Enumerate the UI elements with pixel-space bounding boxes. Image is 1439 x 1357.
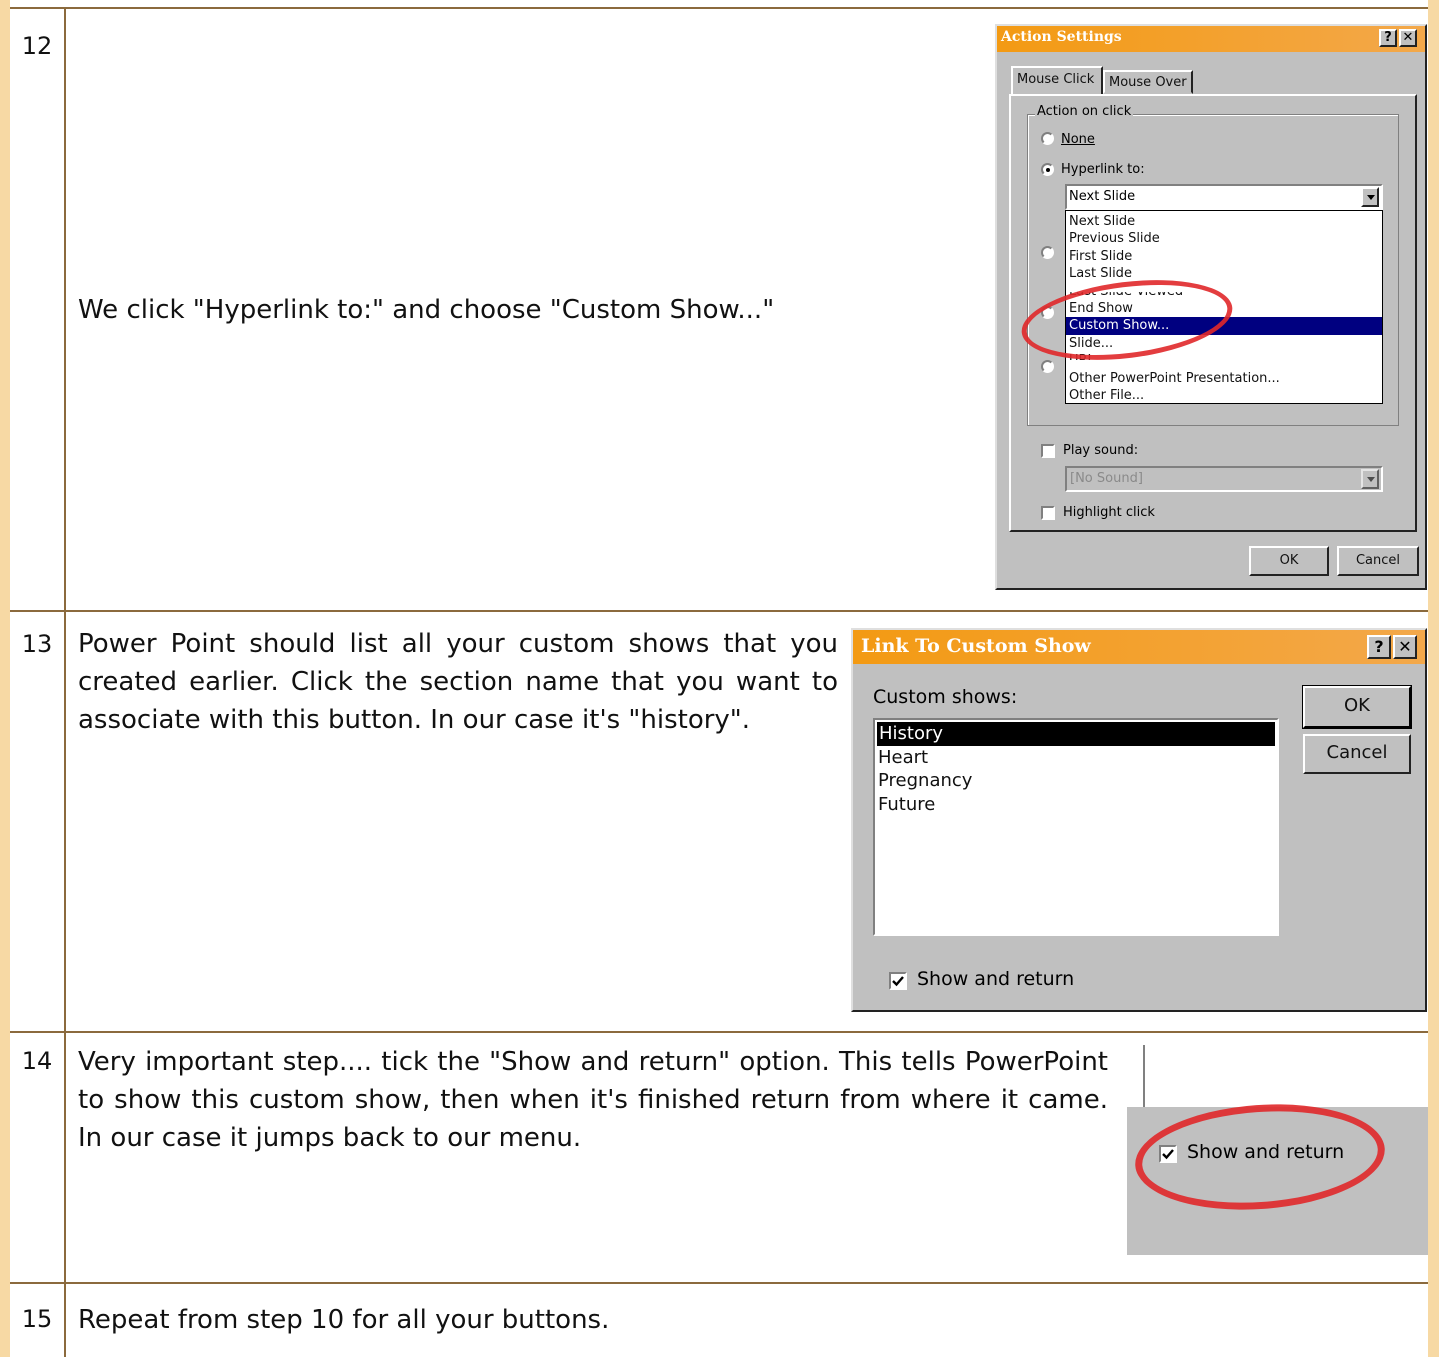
table-row-divider (10, 7, 1428, 9)
custom-shows-list[interactable]: History Heart Pregnancy Future (873, 718, 1279, 936)
table-row-divider (10, 1031, 1428, 1033)
list-item[interactable]: Heart (878, 746, 928, 770)
cancel-button[interactable]: Cancel (1337, 546, 1419, 576)
action-settings-dialog: Action Settings ? ✕ Mouse Click Mouse Ov… (995, 24, 1427, 590)
hyperlink-value: Next Slide (1069, 189, 1136, 204)
list-item[interactable]: Next Slide (1069, 213, 1135, 230)
object-action-radio[interactable] (1041, 360, 1054, 373)
highlight-click-label: Highlight click (1063, 505, 1155, 520)
dialog-title: Action Settings (1001, 29, 1122, 45)
tutorial-table: 12 13 14 15 We click "Hyperlink to:" and… (0, 0, 1439, 1357)
show-and-return-closeup: Show and return (1127, 1045, 1428, 1255)
tab-mouse-over[interactable]: Mouse Over (1103, 70, 1193, 94)
show-and-return-label: Show and return (917, 968, 1075, 990)
close-button[interactable]: ✕ (1393, 635, 1417, 659)
run-program-radio[interactable] (1041, 246, 1054, 259)
step-text: Power Point should list all your custom … (78, 629, 838, 735)
ok-button[interactable]: OK (1249, 546, 1329, 576)
left-page-band (0, 0, 10, 1357)
dialog-title: Link To Custom Show (861, 635, 1091, 657)
none-label: None (1061, 132, 1095, 147)
cancel-button[interactable]: Cancel (1303, 734, 1411, 774)
step-number: 14 (21, 1047, 53, 1075)
play-sound-label: Play sound: (1063, 443, 1139, 458)
ok-button[interactable]: OK (1302, 685, 1412, 729)
close-button[interactable]: ✕ (1399, 29, 1417, 47)
step-text: We click "Hyperlink to:" and choose "Cus… (78, 295, 775, 325)
show-and-return-checkbox[interactable] (889, 972, 907, 990)
play-sound-checkbox[interactable] (1041, 444, 1055, 458)
list-item-selected[interactable]: History (877, 722, 1275, 746)
dialog-title-bar: Link To Custom Show ? ✕ (853, 630, 1425, 664)
tab-mouse-click[interactable]: Mouse Click (1011, 66, 1103, 96)
checkmark-icon (892, 976, 904, 987)
step-number: 13 (21, 630, 53, 658)
step-number: 12 (21, 32, 53, 60)
list-border (1143, 1045, 1145, 1107)
step-text: Very important step.... tick the "Show a… (78, 1047, 1108, 1153)
dialog-title-bar: Action Settings ? ✕ (997, 26, 1425, 52)
sound-value: [No Sound] (1070, 471, 1143, 486)
none-radio[interactable] (1041, 132, 1054, 145)
chevron-down-icon[interactable] (1361, 187, 1379, 207)
table-row-divider (10, 610, 1428, 612)
table-column-divider (64, 7, 66, 1357)
help-button[interactable]: ? (1367, 635, 1391, 659)
table-row-divider (10, 1282, 1428, 1284)
sound-dropdown[interactable]: [No Sound] (1065, 466, 1383, 492)
chevron-down-icon[interactable] (1361, 469, 1379, 489)
step-number: 15 (21, 1305, 53, 1333)
hyperlink-dropdown[interactable]: Next Slide (1065, 184, 1383, 210)
list-item[interactable]: Last Slide (1069, 265, 1132, 282)
help-button[interactable]: ? (1379, 29, 1397, 47)
right-page-band (1428, 0, 1439, 1357)
custom-shows-label: Custom shows: (873, 686, 1018, 708)
list-item[interactable]: First Slide (1069, 248, 1132, 265)
list-item[interactable]: Pregnancy (878, 769, 972, 793)
step-text: Repeat from step 10 for all your buttons… (78, 1305, 610, 1335)
group-label: Action on click (1035, 104, 1134, 119)
hyperlink-radio[interactable] (1041, 163, 1054, 176)
list-item[interactable]: Other File... (1069, 387, 1144, 404)
list-item[interactable]: Previous Slide (1069, 230, 1160, 247)
link-custom-show-dialog: Link To Custom Show ? ✕ Custom shows: Hi… (851, 628, 1427, 1012)
list-item[interactable]: Future (878, 793, 935, 817)
highlight-click-checkbox[interactable] (1041, 506, 1055, 520)
list-item[interactable]: Other PowerPoint Presentation... (1069, 370, 1280, 387)
hyperlink-label: Hyperlink to: (1061, 162, 1145, 177)
